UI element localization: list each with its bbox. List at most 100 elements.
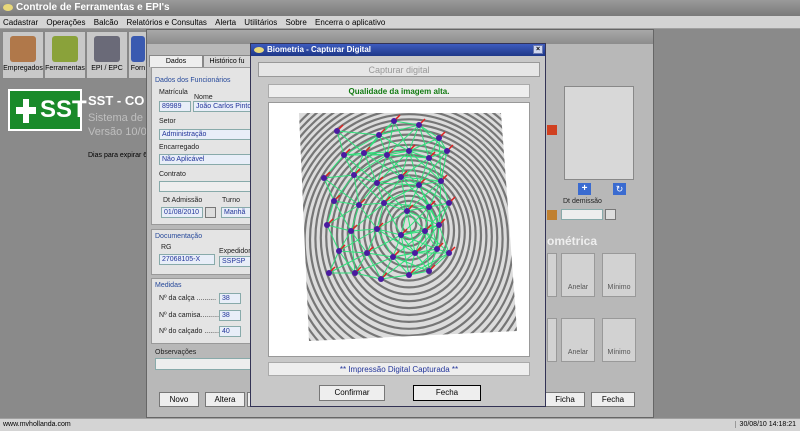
tools-icon [94, 36, 120, 62]
minimo-button-2[interactable]: Mínimo [602, 318, 636, 362]
dt-demissao-label: Dt demissão [563, 198, 602, 205]
toolbar-ferramentas-button[interactable]: Ferramentas [44, 31, 86, 79]
dt-admissao-field[interactable]: 01/08/2010 [161, 207, 203, 218]
contrato-field[interactable] [159, 181, 251, 192]
menu-cadastrar[interactable]: Cadastrar [0, 16, 41, 29]
nome-field[interactable]: João Carlos Pinto F [193, 101, 251, 112]
calca-field[interactable]: 38 [219, 293, 241, 304]
tab-historico[interactable]: Histórico fu [203, 55, 251, 67]
minutiae-point [381, 200, 387, 206]
minutiae-point [374, 226, 380, 232]
calendar-icon-2[interactable] [605, 209, 616, 220]
fecha-button[interactable]: Fecha [413, 385, 481, 401]
ficha-button[interactable]: Ficha [545, 392, 585, 407]
tab-dados-cadastrais[interactable]: Dados cadastrais [149, 55, 203, 76]
flag-icon [547, 125, 557, 135]
rg-label: RG [161, 244, 172, 251]
dialog-title: Biometria - Capturar Digital [267, 45, 372, 54]
rg-field[interactable]: 27068105-X [159, 254, 215, 265]
calcado-label: Nº do calçado ........ [159, 328, 220, 335]
novo-button[interactable]: Novo [159, 392, 199, 407]
minutiae-point [398, 232, 404, 238]
finger-button-2[interactable] [547, 318, 557, 362]
contrato-label: Contrato [159, 171, 186, 178]
turno-label: Turno [222, 197, 241, 204]
calcado-field[interactable]: 40 [219, 326, 241, 337]
toolbar-empregados-button[interactable]: Empregados [2, 31, 44, 79]
fingerprint-image [299, 113, 517, 341]
minutiae-point [351, 172, 357, 178]
status-bar: www.mvhollanda.com 30/08/10 14:18:21 [0, 418, 800, 431]
dt-demissao-field[interactable] [561, 209, 603, 220]
minutiae-point [426, 155, 432, 161]
minutiae-point [331, 198, 337, 204]
encarregado-field[interactable]: Não Aplicável [159, 154, 251, 165]
menu-relatorios[interactable]: Relatórios e Consultas [123, 16, 209, 29]
section-medidas: Medidas [155, 282, 182, 289]
drill-icon [52, 36, 78, 62]
camisa-field[interactable]: 38 [219, 310, 241, 321]
minutiae-point [376, 132, 382, 138]
turno-field[interactable]: Manhã [221, 207, 251, 218]
captured-message: ** Impressão Digital Capturada ** [268, 362, 530, 376]
minutiae-point [390, 254, 396, 260]
section-doc: Documentação [155, 233, 203, 240]
expedidor-field[interactable]: SSPSP [219, 256, 251, 267]
logo-text: SST [40, 96, 87, 123]
app-logo-icon [3, 4, 13, 11]
dt-admissao-label: Dt Admissão [163, 197, 203, 204]
minutiae-point [384, 152, 390, 158]
minutiae-point [334, 128, 340, 134]
dialog-title-bar[interactable]: Biometria - Capturar Digital × [251, 44, 545, 56]
encarregado-label: Encarregado [159, 144, 200, 151]
employee-form-title-bar[interactable] [147, 30, 653, 44]
minutiae-point [321, 175, 327, 181]
status-datetime: 30/08/10 14:18:21 [734, 421, 796, 428]
matricula-label: Matrícula [159, 89, 188, 96]
minutiae-point [406, 272, 412, 278]
menu-operacoes[interactable]: Operações [43, 16, 88, 29]
anelar-button-2[interactable]: Anelar [561, 318, 595, 362]
minutiae-point [416, 122, 422, 128]
cross-icon [16, 99, 36, 123]
menu-balcao[interactable]: Balcão [91, 16, 121, 29]
calca-label: Nº da calça .......... [159, 295, 217, 302]
add-photo-icon[interactable]: + [578, 183, 591, 195]
anelar-button-1[interactable]: Anelar [561, 253, 595, 297]
minutiae-point [341, 152, 347, 158]
pencil-icon[interactable] [547, 210, 557, 220]
matricula-field[interactable]: 89989 [159, 101, 191, 112]
minimo-button-1[interactable]: Mínimo [602, 253, 636, 297]
fecha-form-button[interactable]: Fecha [591, 392, 635, 407]
menu-alerta[interactable]: Alerta [212, 16, 239, 29]
altera-button[interactable]: Altera [205, 392, 245, 407]
dialog-close-icon[interactable]: × [533, 45, 543, 54]
main-title-bar[interactable]: Controle de Ferramentas e EPI's [0, 0, 800, 16]
biometric-dialog: Biometria - Capturar Digital × Capturar … [250, 43, 546, 407]
observacoes-label: Observações [155, 349, 197, 356]
minutiae-point [446, 200, 452, 206]
minutiae-point [406, 148, 412, 154]
minutiae-point [374, 180, 380, 186]
finger-button-1[interactable] [547, 253, 557, 297]
observacoes-field[interactable] [155, 358, 253, 370]
menu-encerra[interactable]: Encerra o aplicativo [312, 16, 388, 29]
expire-text: Dias para expirar 6 [88, 152, 148, 159]
confirm-button[interactable]: Confirmar [319, 385, 385, 401]
supplier-icon [131, 36, 145, 62]
refresh-icon[interactable]: ↻ [613, 183, 626, 195]
fingerprint-image-box [268, 102, 530, 357]
employee-icon [10, 36, 36, 62]
minutiae-point [436, 135, 442, 141]
toolbar-fornecedor-button[interactable]: Forn [128, 31, 148, 79]
menu-sobre[interactable]: Sobre [282, 16, 309, 29]
minutiae-point [426, 204, 432, 210]
minutiae-point [434, 246, 440, 252]
toolbar-epi-button[interactable]: EPI / EPC [86, 31, 128, 79]
menu-bar: Cadastrar Operações Balcão Relatórios e … [0, 16, 800, 29]
minutiae-point [361, 150, 367, 156]
calendar-icon[interactable] [205, 207, 216, 218]
setor-field[interactable]: Administração [159, 129, 251, 140]
sst-logo: SST [8, 89, 87, 131]
menu-utilitarios[interactable]: Utilitários [241, 16, 280, 29]
